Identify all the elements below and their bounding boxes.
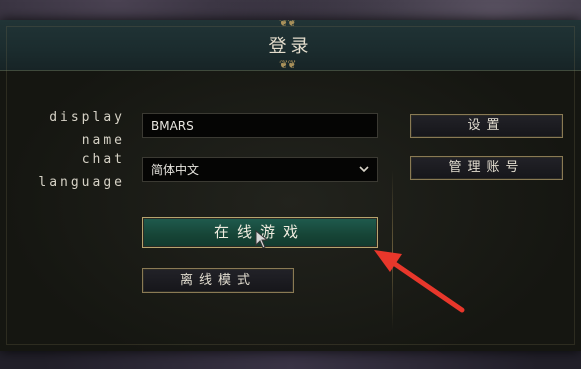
red-arrow-icon (374, 250, 465, 313)
